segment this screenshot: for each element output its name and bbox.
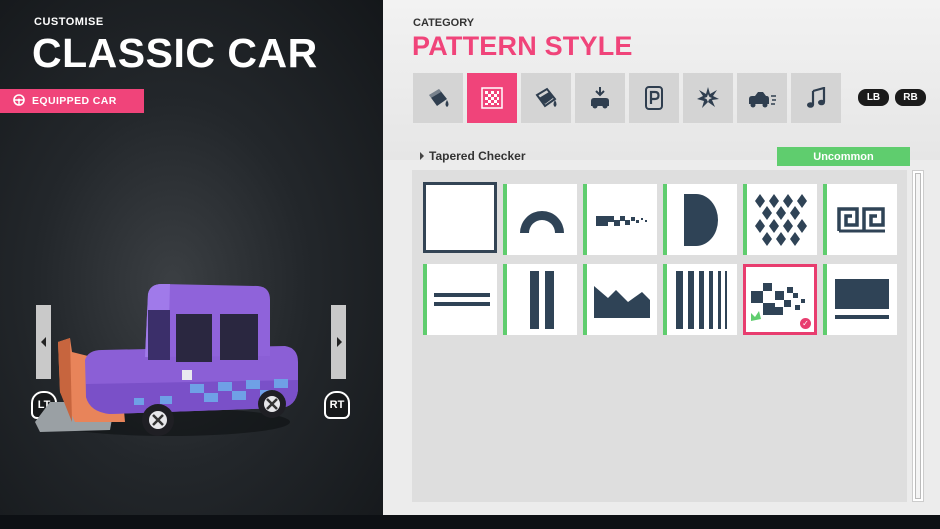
equipped-check-icon: ✓: [800, 318, 811, 329]
bottom-prompt-bar: [0, 515, 940, 529]
tab-explosion[interactable]: [683, 73, 733, 123]
paint-bucket-icon: [429, 89, 449, 107]
tapered-checker-pattern-icon: [751, 282, 805, 321]
explosion-icon: [697, 87, 719, 108]
twin-bars-pattern-icon: [530, 270, 554, 329]
pattern-pixel-stripe[interactable]: [583, 184, 657, 255]
pattern-scrollbar[interactable]: [912, 170, 924, 502]
equipped-label: EQUIPPED CAR: [32, 95, 117, 107]
tab-pattern-style[interactable]: [467, 73, 517, 123]
tab-trail[interactable]: [737, 73, 787, 123]
pattern-grid-icon: [481, 87, 503, 109]
tab-horn[interactable]: [791, 73, 841, 123]
car-preview-pane: CUSTOMISE CLASSIC CAR EQUIPPED CAR LT RT: [0, 0, 383, 515]
rt-trigger-prompt[interactable]: RT: [324, 391, 350, 419]
customisation-panel: CATEGORY PATTERN STYLE LB RB Tapered Che…: [383, 0, 940, 515]
tab-number-plate[interactable]: [629, 73, 679, 123]
page-title: CLASSIC CAR: [32, 30, 318, 76]
music-note-icon: [807, 87, 826, 108]
half-circle-pattern-icon: [684, 193, 718, 246]
tab-pattern-colour[interactable]: [521, 73, 571, 123]
paint-bucket-drip-icon: [535, 87, 557, 108]
pattern-grid: ✓: [412, 170, 907, 502]
pattern-greek-key[interactable]: [823, 184, 897, 255]
steering-wheel-icon: [13, 94, 25, 106]
category-label: CATEGORY: [413, 17, 475, 29]
pattern-diamonds[interactable]: [743, 184, 817, 255]
customise-label: CUSTOMISE: [34, 16, 104, 28]
next-car-button[interactable]: [331, 305, 346, 379]
pattern-half-circle[interactable]: [663, 184, 737, 255]
jagged-pattern-icon: [594, 285, 650, 318]
scrollbar-thumb[interactable]: [915, 173, 921, 499]
pixel-stripe-pattern-icon: [596, 215, 647, 226]
category-title: PATTERN STYLE: [412, 31, 633, 61]
pattern-tapered-stripes[interactable]: [663, 264, 737, 335]
selected-item-name: Tapered Checker: [420, 149, 526, 163]
pattern-arch[interactable]: [503, 184, 577, 255]
lb-bumper-prompt[interactable]: LB: [858, 89, 889, 106]
pattern-block-band[interactable]: [823, 264, 897, 335]
tapered-stripes-pattern-icon: [676, 270, 727, 329]
parking-sign-icon: [645, 86, 663, 110]
car-model-image: [35, 284, 298, 436]
tab-paint[interactable]: [413, 73, 463, 123]
pattern-none[interactable]: [423, 182, 497, 253]
rb-bumper-prompt[interactable]: RB: [895, 89, 926, 106]
equipped-car-badge: EQUIPPED CAR: [0, 89, 144, 113]
pattern-twin-bars[interactable]: [503, 264, 577, 335]
greek-key-pattern-icon: [837, 206, 885, 232]
rarity-badge: Uncommon: [777, 147, 910, 166]
diamond-pattern-icon: [755, 193, 807, 246]
pattern-jagged[interactable]: [583, 264, 657, 335]
pattern-tapered-checker[interactable]: ✓: [743, 264, 817, 335]
pattern-thin-stripes[interactable]: [423, 264, 497, 335]
thin-stripes-pattern-icon: [434, 292, 490, 306]
car-speed-icon: [749, 92, 776, 108]
chevron-right-icon: [336, 337, 342, 347]
tab-car-drop[interactable]: [575, 73, 625, 123]
caret-right-icon: [420, 152, 424, 160]
arch-pattern-icon: [520, 210, 564, 233]
block-band-pattern-icon: [835, 278, 889, 319]
car-drop-icon: [591, 87, 609, 109]
